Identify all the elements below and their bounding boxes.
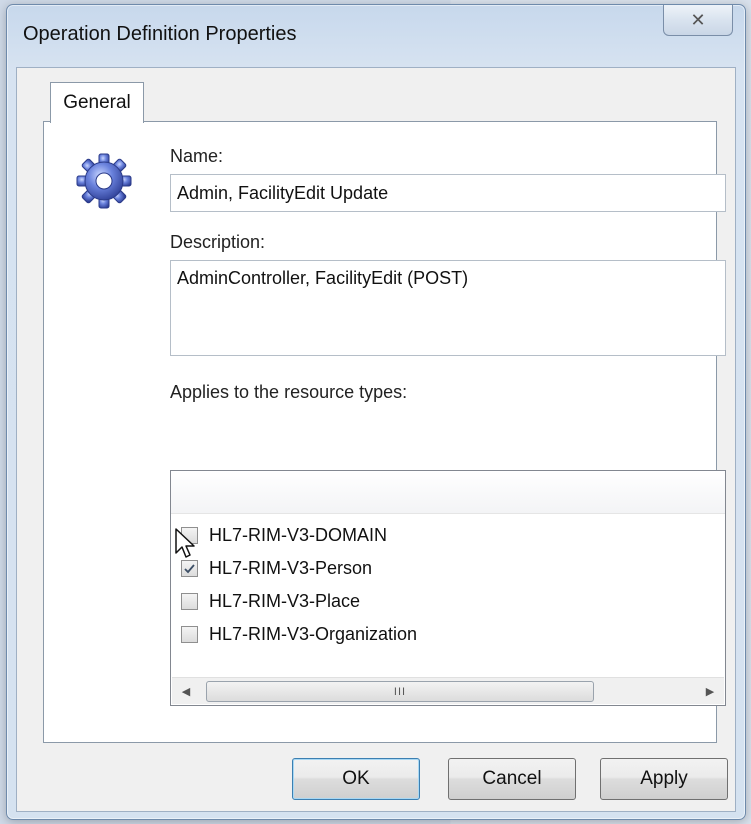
ok-button[interactable]: OK — [292, 758, 420, 800]
resource-types-list[interactable]: HL7-RIM-V3-DOMAIN HL7-RIM-V3-Person HL7-… — [170, 470, 726, 706]
name-field[interactable]: Admin, FacilityEdit Update — [170, 174, 726, 212]
description-value: AdminController, FacilityEdit (POST) — [177, 268, 469, 288]
resource-types-label: Applies to the resource types: — [170, 382, 408, 402]
horizontal-scrollbar[interactable]: ◀ III ▶ — [172, 677, 724, 704]
dialog-body: General Name: Admin, FacilityEdit Update… — [16, 67, 736, 812]
checkmark-icon — [184, 563, 195, 573]
scroll-right-button[interactable]: ▶ — [698, 678, 722, 704]
grip-icon: III — [393, 685, 407, 698]
checkbox-unchecked[interactable] — [181, 526, 198, 544]
checkbox-unchecked[interactable] — [181, 592, 198, 610]
description-label: Description: — [170, 232, 266, 252]
name-label: Name: — [170, 146, 224, 166]
list-item-hl7-rim-v3-person[interactable]: HL7-RIM-V3-Person — [181, 553, 372, 583]
tab-general[interactable]: General — [50, 82, 144, 123]
close-button[interactable]: ✕ — [663, 5, 733, 36]
list-item-hl7-rim-v3-organization[interactable]: HL7-RIM-V3-Organization — [181, 619, 417, 649]
properties-dialog: Operation Definition Properties ✕ Genera… — [6, 4, 746, 820]
list-item-label: HL7-RIM-V3-DOMAIN — [209, 524, 388, 545]
checkbox-checked[interactable] — [181, 559, 198, 577]
gear-icon — [76, 153, 132, 209]
list-item-hl7-rim-v3-domain[interactable]: HL7-RIM-V3-DOMAIN — [181, 520, 387, 550]
scroll-left-button[interactable]: ◀ — [174, 678, 198, 704]
general-tab-panel: Name: Admin, FacilityEdit Update Descrip… — [43, 121, 726, 743]
left-arrow-icon: ◀ — [181, 685, 191, 698]
list-item-label: HL7-RIM-V3-Organization — [209, 623, 418, 644]
right-arrow-icon: ▶ — [705, 685, 715, 698]
title-bar[interactable]: Operation Definition Properties ✕ — [7, 5, 745, 63]
list-item-label: HL7-RIM-V3-Person — [209, 557, 373, 578]
cancel-button[interactable]: Cancel — [448, 758, 576, 800]
list-item-hl7-rim-v3-place[interactable]: HL7-RIM-V3-Place — [181, 586, 360, 616]
description-field[interactable]: AdminController, FacilityEdit (POST) — [170, 260, 726, 356]
list-item-label: HL7-RIM-V3-Place — [209, 590, 361, 611]
scroll-thumb[interactable]: III — [206, 681, 594, 702]
dialog-title: Operation Definition Properties — [23, 23, 297, 45]
checkbox-unchecked[interactable] — [181, 625, 198, 643]
close-icon: ✕ — [690, 9, 706, 30]
name-value: Admin, FacilityEdit Update — [177, 183, 389, 203]
apply-button[interactable]: Apply — [600, 758, 728, 800]
list-header — [171, 471, 725, 514]
